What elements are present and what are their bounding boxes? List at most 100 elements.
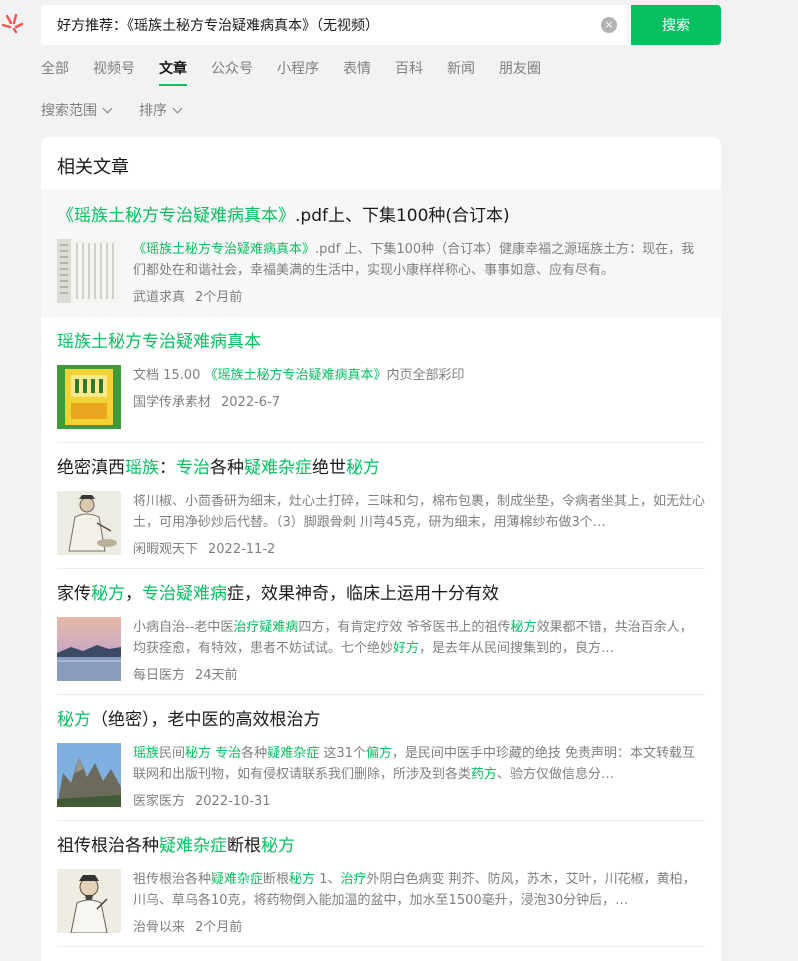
highlighted-keyword: 治疗 bbox=[340, 872, 367, 887]
article-source-line: 治骨以来 2个月前 bbox=[133, 916, 705, 935]
text-segment: ， bbox=[125, 584, 142, 604]
chevron-down-icon bbox=[172, 103, 183, 113]
text-segment: ，是去年从民间搜集到的，良方… bbox=[419, 641, 615, 656]
text-segment: 文档 15.00 bbox=[133, 368, 205, 383]
article-result[interactable]: 瑶族土秘方专治疑难病真本 文档 15.00 《瑶族土秘方专治疑难病真本》内页全部… bbox=[41, 317, 721, 443]
panel-title: 相关文章 bbox=[57, 157, 129, 178]
highlighted-keyword: 好方 bbox=[393, 641, 420, 656]
article-source[interactable]: 国学传承素材 bbox=[133, 395, 211, 410]
article-source[interactable]: 每日医方 bbox=[133, 668, 185, 683]
text-segment: ： bbox=[159, 458, 176, 478]
text-segment: 断根 bbox=[263, 872, 290, 887]
article-result[interactable]: 家传秘方，专治疑难病症，效果神奇，临床上运用十分有效 小病自治--老中医治疗疑难… bbox=[41, 569, 721, 695]
highlighted-keyword: 疑难杂症 bbox=[267, 746, 320, 761]
article-title: 秘方（绝密），老中医的高效根治方 bbox=[57, 707, 705, 733]
article-snippet: 瑶族民间秘方 专治各种疑难杂症 这31个偏方，是民间中医手中珍藏的绝技 免责声明… bbox=[133, 743, 705, 785]
tab-news[interactable]: 新闻 bbox=[447, 58, 475, 88]
highlighted-keyword: 秘方 bbox=[346, 458, 380, 478]
text-segment: 1、 bbox=[315, 872, 341, 887]
article-source[interactable]: 治骨以来 bbox=[133, 920, 185, 935]
text-segment: 将川椒、小茴香研为细末，灶心土打碎，三味和匀，棉布包裹，制成坐垫，令病者坐其上，… bbox=[133, 494, 705, 530]
highlighted-keyword: 秘方 bbox=[91, 584, 125, 604]
highlighted-keyword: 瑶族土秘方专治疑难病真本 bbox=[57, 332, 261, 352]
tab-official-accounts[interactable]: 公众号 bbox=[211, 58, 253, 88]
wechat-search-logo-icon bbox=[1, 13, 24, 34]
highlighted-keyword: 秘方 bbox=[261, 836, 295, 856]
text-segment: 断根 bbox=[227, 836, 261, 856]
article-result[interactable]: 绝密滇西瑶族：专治各种疑难杂症绝世秘方 将川椒、小茴香研为细末，灶心土打碎，三味… bbox=[41, 443, 721, 569]
article-result[interactable]: 《瑶族土秘方专治疑难病真本》.pdf上、下集100种(合订本) 《瑶族土秘方专治… bbox=[41, 189, 721, 317]
sort-dropdown[interactable]: 排序 bbox=[139, 100, 183, 120]
article-title: 《瑶族土秘方专治疑难病真本》.pdf上、下集100种(合订本) bbox=[57, 203, 705, 229]
tab-moments[interactable]: 朋友圈 bbox=[499, 58, 541, 88]
article-title: 瑶族土秘方专治疑难病真本 bbox=[57, 329, 705, 355]
highlighted-keyword: 瑶族 bbox=[133, 746, 160, 761]
article-snippet: 《瑶族土秘方专治疑难病真本》.pdf 上、下集100种（合订本）健康幸福之源瑶族… bbox=[133, 239, 705, 281]
divider bbox=[57, 946, 705, 947]
highlighted-keyword: 疑难杂症 bbox=[244, 458, 312, 478]
highlighted-keyword: 《瑶族土秘方专治疑难病真本》 bbox=[133, 242, 316, 257]
article-source[interactable]: 武道求真 bbox=[133, 290, 185, 305]
highlighted-keyword: 偏方 bbox=[365, 746, 392, 761]
article-thumbnail bbox=[57, 869, 121, 933]
highlighted-keyword: 治疗疑难病 bbox=[233, 620, 299, 635]
article-result[interactable]: 秘方（绝密），老中医的高效根治方 瑶族民间秘方 专治各种疑难杂症 这31个偏方，… bbox=[41, 695, 721, 821]
highlighted-keyword: 瑶族 bbox=[125, 458, 159, 478]
search-scope-label: 搜索范围 bbox=[41, 103, 97, 119]
article-thumbnail bbox=[57, 491, 121, 555]
article-source[interactable]: 医家医方 bbox=[133, 794, 185, 809]
article-title: 绝密滇西瑶族：专治各种疑难杂症绝世秘方 bbox=[57, 455, 705, 481]
text-segment: 家传 bbox=[57, 584, 91, 604]
tab-articles[interactable]: 文章 bbox=[159, 58, 187, 88]
article-source-line: 武道求真 2个月前 bbox=[133, 286, 705, 305]
text-segment: 这31个 bbox=[319, 746, 366, 761]
tab-stickers[interactable]: 表情 bbox=[343, 58, 371, 88]
text-segment: 症，效果神奇，临床上运用十分有效 bbox=[227, 584, 499, 604]
highlighted-keyword: 专治疑难病 bbox=[142, 584, 227, 604]
article-result[interactable]: 祖传根治各种疑难杂症断根秘方 祖传根治各种疑难杂症断根秘方 1、治疗外阴白色病变… bbox=[41, 821, 721, 947]
article-source-line: 医家医方 2022-10-31 bbox=[133, 790, 705, 809]
highlighted-keyword: 秘方 bbox=[289, 872, 316, 887]
highlighted-keyword: 疑难杂症 bbox=[211, 872, 264, 887]
highlighted-keyword: 秘方 bbox=[510, 620, 537, 635]
text-segment: 祖传根治各种 bbox=[57, 836, 159, 856]
search-scope-dropdown[interactable]: 搜索范围 bbox=[41, 100, 113, 120]
search-bar: × 搜索 bbox=[41, 5, 721, 45]
text-segment: 民间 bbox=[159, 746, 186, 761]
tab-channels[interactable]: 视频号 bbox=[93, 58, 135, 88]
filter-bar: 搜索范围 排序 bbox=[41, 100, 183, 120]
search-button[interactable]: 搜索 bbox=[631, 5, 721, 45]
text-segment: 四方，有肯定疗效 爷爷医书上的祖传 bbox=[298, 620, 511, 635]
highlighted-keyword: 秘方 专治 bbox=[185, 746, 242, 761]
article-thumbnail bbox=[57, 365, 121, 429]
highlighted-keyword: 《瑶族土秘方专治疑难病真本》 bbox=[57, 206, 295, 226]
text-segment: 绝世 bbox=[312, 458, 346, 478]
tab-encyclopedia[interactable]: 百科 bbox=[395, 58, 423, 88]
article-source[interactable]: 闲暇观天下 bbox=[133, 542, 198, 557]
text-segment: 各种 bbox=[210, 458, 244, 478]
article-time: 2022-10-31 bbox=[195, 794, 271, 809]
article-time: 2022-6-7 bbox=[221, 395, 281, 410]
article-source-line: 闲暇观天下 2022-11-2 bbox=[133, 538, 705, 557]
highlighted-keyword: 专治 bbox=[176, 458, 210, 478]
article-source-line: 国学传承素材 2022-6-7 bbox=[133, 391, 705, 410]
search-input[interactable] bbox=[41, 5, 601, 45]
article-time: 24天前 bbox=[195, 668, 238, 683]
text-segment: 祖传根治各种 bbox=[133, 872, 212, 887]
article-thumbnail bbox=[57, 239, 121, 303]
clear-search-button[interactable]: × bbox=[601, 17, 617, 33]
tab-mini-programs[interactable]: 小程序 bbox=[277, 58, 319, 88]
text-segment: 各种 bbox=[241, 746, 268, 761]
highlighted-keyword: 疑难杂症 bbox=[159, 836, 227, 856]
tab-all[interactable]: 全部 bbox=[41, 58, 69, 88]
article-source-line: 每日医方 24天前 bbox=[133, 664, 705, 683]
article-snippet: 文档 15.00 《瑶族土秘方专治疑难病真本》内页全部彩印 bbox=[133, 365, 705, 386]
text-segment: （绝密），老中医的高效根治方 bbox=[91, 710, 321, 730]
article-snippet: 将川椒、小茴香研为细末，灶心土打碎，三味和匀，棉布包裹，制成坐垫，令病者坐其上，… bbox=[133, 491, 705, 533]
category-tabs: 全部 视频号 文章 公众号 小程序 表情 百科 新闻 朋友圈 bbox=[41, 58, 565, 88]
sort-label: 排序 bbox=[139, 103, 167, 119]
article-title: 祖传根治各种疑难杂症断根秘方 bbox=[57, 833, 705, 859]
article-thumbnail bbox=[57, 743, 121, 807]
results-panel: 相关文章 《瑶族土秘方专治疑难病真本》.pdf上、下集100种(合订本) 《瑶族… bbox=[41, 137, 721, 961]
highlighted-keyword: 药方 bbox=[471, 767, 498, 782]
